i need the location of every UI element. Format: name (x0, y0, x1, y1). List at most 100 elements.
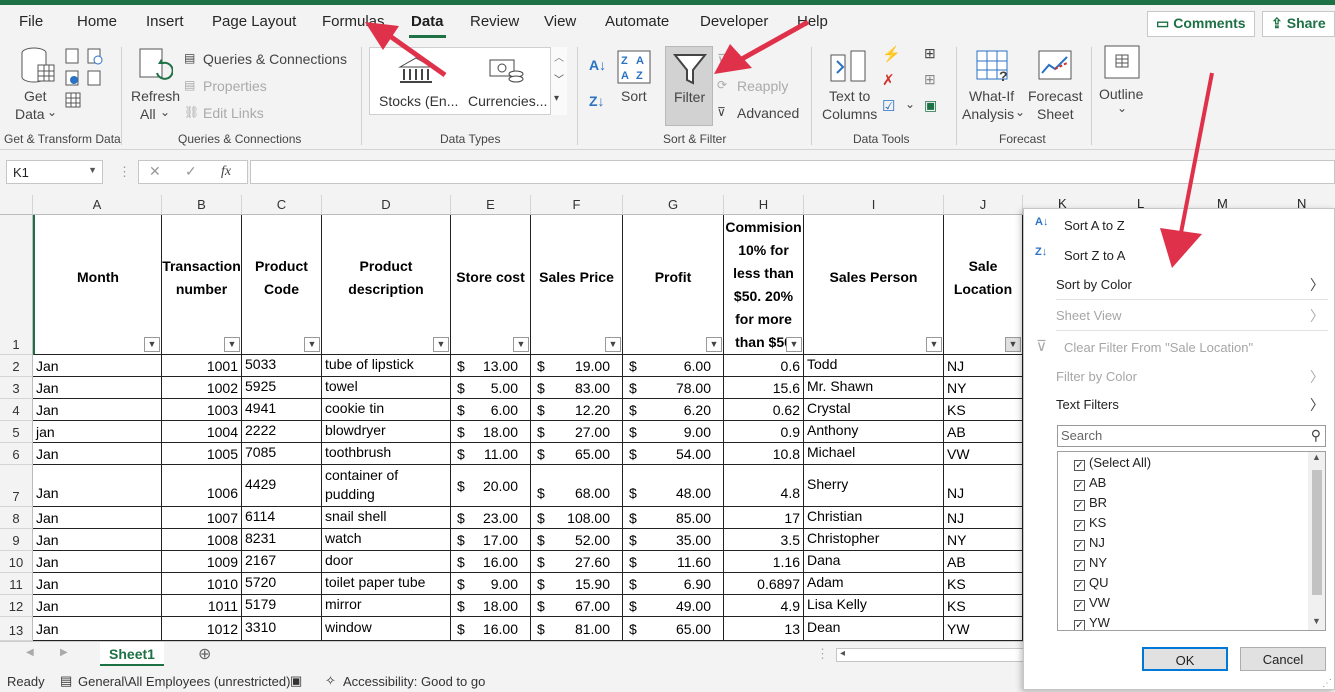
checkbox-checked-icon[interactable]: ✓ (1074, 540, 1085, 551)
cell-person[interactable]: Sherry (804, 465, 944, 507)
tab-page-layout[interactable]: Page Layout (212, 13, 296, 30)
filter-checkbox-item[interactable]: ✓ VW (1074, 595, 1110, 611)
cell-code[interactable]: 8231 (242, 529, 322, 551)
clear-filter-item[interactable]: Clear Filter From "Sale Location" (1064, 340, 1253, 355)
cell-profit[interactable]: $6.00 (623, 355, 724, 377)
row-header-1[interactable]: 1 (0, 215, 33, 355)
relationships-icon[interactable]: ⊞ (924, 71, 936, 88)
cell-tn[interactable]: 1001 (162, 355, 242, 377)
tab-automate[interactable]: Automate (605, 13, 669, 30)
filter-dropdown-code[interactable]: ▼ (304, 337, 320, 352)
row-header[interactable]: 13 (0, 617, 33, 641)
cell-loc[interactable]: NJ (944, 465, 1023, 507)
filter-checkbox-item[interactable]: ✓ QU (1074, 575, 1109, 591)
cell-month[interactable]: Jan (33, 465, 162, 507)
col-header-h[interactable]: H (724, 195, 804, 215)
cell-cost[interactable]: $16.00 (451, 551, 531, 573)
cell-loc[interactable]: NJ (944, 355, 1023, 377)
cell-code[interactable]: 2222 (242, 421, 322, 443)
cell-cost[interactable]: $17.00 (451, 529, 531, 551)
properties-button[interactable]: Properties (203, 78, 267, 94)
cell-profit[interactable]: $35.00 (623, 529, 724, 551)
checkbox-checked-icon[interactable]: ✓ (1074, 580, 1085, 591)
select-all-corner[interactable] (0, 195, 33, 215)
checkbox-checked-icon[interactable]: ✓ (1074, 560, 1085, 571)
resize-grip-icon[interactable]: ⋰ (1322, 678, 1332, 689)
filter-dropdown-commission[interactable]: ▼ (786, 337, 802, 352)
cell-comm[interactable]: 0.6897 (724, 573, 804, 595)
cell-price[interactable]: $27.00 (531, 421, 623, 443)
filter-checkbox-item[interactable]: ✓ BR (1074, 495, 1107, 511)
cell-loc[interactable]: KS (944, 399, 1023, 421)
cell-month[interactable]: Jan (33, 617, 162, 641)
checkbox-checked-icon[interactable]: ✓ (1074, 600, 1085, 611)
comments-button[interactable]: ▭ Comments (1147, 11, 1255, 37)
cell-code[interactable]: 7085 (242, 443, 322, 465)
cell-month[interactable]: Jan (33, 507, 162, 529)
filter-dropdown-profit[interactable]: ▼ (706, 337, 722, 352)
refresh-all-button[interactable] (137, 47, 174, 90)
checkbox-checked-icon[interactable]: ✓ (1074, 480, 1085, 491)
cell-tn[interactable]: 1005 (162, 443, 242, 465)
cell-cost[interactable]: $9.00 (451, 573, 531, 595)
filter-checkbox-item[interactable]: ✓ NY (1074, 555, 1107, 571)
stocks-button[interactable]: Stocks (En... (379, 93, 458, 109)
cell-price[interactable]: $81.00 (531, 617, 623, 641)
filter-checkbox-item[interactable]: ✓ KS (1074, 515, 1106, 531)
cell-tn[interactable]: 1009 (162, 551, 242, 573)
filter-checkbox-item[interactable]: ✓ NJ (1074, 535, 1105, 551)
cell-price[interactable]: $108.00 (531, 507, 623, 529)
cell-desc[interactable]: towel (322, 377, 451, 399)
what-if-button[interactable]: ? (975, 49, 1013, 86)
cell-tn[interactable]: 1004 (162, 421, 242, 443)
col-header-f[interactable]: F (531, 195, 623, 215)
header-product-code[interactable]: Product Code (242, 215, 322, 355)
forecast-sheet-button[interactable] (1037, 49, 1073, 86)
cell-month[interactable]: Jan (33, 443, 162, 465)
cell-profit[interactable]: $48.00 (623, 465, 724, 507)
sensitivity-label[interactable]: General\All Employees (unrestricted) (78, 674, 290, 689)
row-header[interactable]: 11 (0, 573, 33, 595)
cell-month[interactable]: Jan (33, 551, 162, 573)
row-header[interactable]: 4 (0, 399, 33, 421)
outline-button[interactable] (1104, 45, 1140, 82)
cell-loc[interactable]: NY (944, 377, 1023, 399)
cell-comm[interactable]: 4.8 (724, 465, 804, 507)
row-header[interactable]: 10 (0, 551, 33, 573)
edit-links-button[interactable]: Edit Links (203, 105, 264, 121)
cell-desc[interactable]: blowdryer (322, 421, 451, 443)
filter-search-input[interactable]: Search ⚲ (1057, 425, 1326, 447)
cell-month[interactable]: Jan (33, 573, 162, 595)
cell-profit[interactable]: $9.00 (623, 421, 724, 443)
text-filters-item[interactable]: Text Filters (1056, 397, 1119, 412)
cell-loc[interactable]: NJ (944, 507, 1023, 529)
cell-price[interactable]: $65.00 (531, 443, 623, 465)
cell-tn[interactable]: 1007 (162, 507, 242, 529)
prev-sheet-icon[interactable]: ◀ (26, 647, 34, 658)
cell-tn[interactable]: 1003 (162, 399, 242, 421)
cell-code[interactable]: 2167 (242, 551, 322, 573)
cell-person[interactable]: Crystal (804, 399, 944, 421)
cell-cost[interactable]: $20.00 (451, 465, 531, 507)
checkbox-checked-icon[interactable]: ✓ (1074, 460, 1085, 471)
cell-cost[interactable]: $11.00 (451, 443, 531, 465)
cell-cost[interactable]: $18.00 (451, 421, 531, 443)
data-validation-icon[interactable]: ☑ (882, 97, 895, 115)
col-header-c[interactable]: C (242, 195, 322, 215)
cell-desc[interactable]: toilet paper tube (322, 573, 451, 595)
cell-comm[interactable]: 0.6 (724, 355, 804, 377)
cell-price[interactable]: $12.20 (531, 399, 623, 421)
row-header[interactable]: 5 (0, 421, 33, 443)
cell-desc[interactable]: watch (322, 529, 451, 551)
sheet-view-item[interactable]: Sheet View (1056, 308, 1122, 323)
cell-desc[interactable]: door (322, 551, 451, 573)
share-button[interactable]: ⇪ Share (1262, 11, 1335, 37)
ok-button[interactable]: OK (1142, 647, 1228, 671)
sort-a-to-z-item[interactable]: Sort A to Z (1064, 218, 1125, 233)
filter-checkbox-item[interactable]: ✓ (Select All) (1074, 455, 1151, 471)
remove-duplicates-icon[interactable]: ✗ (882, 71, 895, 89)
tab-file[interactable]: File (19, 13, 43, 30)
filter-dropdown-month[interactable]: ▼ (144, 337, 160, 352)
cell-person[interactable]: Christian (804, 507, 944, 529)
cell-code[interactable]: 4941 (242, 399, 322, 421)
